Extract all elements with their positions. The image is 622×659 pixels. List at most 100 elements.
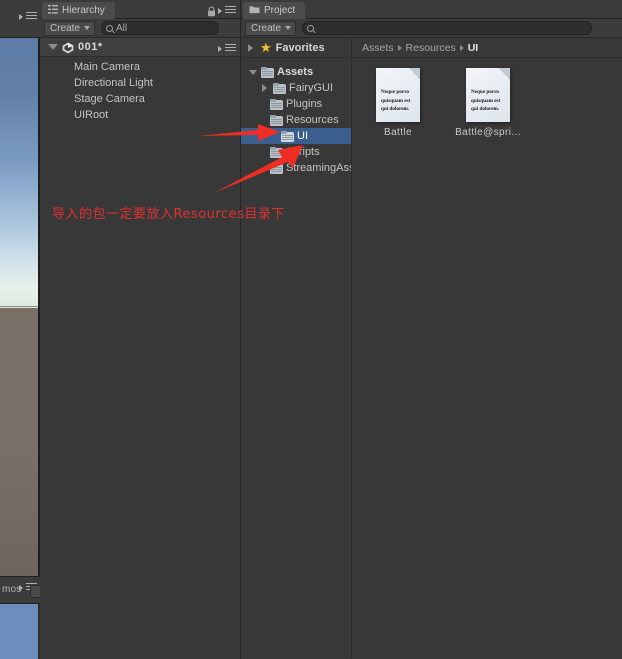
tree-row-plugins[interactable]: Plugins [241, 96, 351, 112]
favorites-expand-toggle[interactable] [245, 42, 256, 53]
tree-row-fairygui[interactable]: FairyGUI [241, 80, 351, 96]
hierarchy-item-label: Stage Camera [74, 93, 145, 105]
tree-row-assets[interactable]: Assets [241, 64, 351, 80]
hierarchy-object-list: Main Camera Directional Light Stage Came… [40, 57, 240, 123]
folder-icon [270, 114, 283, 126]
project-create-button-label: Create [251, 22, 282, 34]
fairygui-expand-toggle[interactable] [259, 83, 270, 94]
folder-icon [281, 130, 294, 142]
project-panel: Project Create ★ Favorites Assets FairyG… [240, 0, 622, 659]
favorites-row[interactable]: ★ Favorites [241, 38, 351, 58]
tree-row-label: Plugins [286, 98, 323, 110]
create-button-label: Create [50, 22, 81, 34]
folder-icon [270, 146, 283, 158]
hierarchy-item-label: UIRoot [74, 109, 109, 121]
hierarchy-item-label: Directional Light [74, 77, 153, 89]
scene-name-label: 001* [78, 41, 103, 53]
tree-row-resources[interactable]: Resources [241, 112, 351, 128]
chevron-down-icon [84, 26, 91, 30]
asset-folder-tree: Assets FairyGUI Plugins Resources UI Scr… [241, 58, 369, 176]
tree-row-label: Resources [286, 114, 339, 126]
hierarchy-item-directional-light[interactable]: Directional Light [40, 75, 240, 91]
asset-browser-column: Assets Resources UI Neque porro quisquam… [351, 38, 622, 658]
annotation-note: 导入的包一定要放入Resources目录下 [52, 207, 285, 222]
project-search-input[interactable] [302, 21, 593, 35]
scene-viewport[interactable] [0, 38, 38, 576]
gizmos-toggle[interactable]: mos [0, 583, 25, 600]
folder-icon [273, 82, 286, 94]
chevron-right-icon [248, 43, 253, 52]
folder-icon [270, 162, 283, 174]
hierarchy-item-uiroot[interactable]: UIRoot [40, 107, 240, 123]
tab-project[interactable]: Project [243, 2, 306, 19]
hierarchy-toolbar: Create All [40, 19, 240, 38]
project-tabstrip: Project [241, 0, 622, 19]
tab-project-label: Project [264, 5, 296, 16]
ground-plane [0, 308, 38, 576]
breadcrumb-assets[interactable]: Assets [362, 42, 394, 54]
scene-view-panel[interactable]: mos [0, 0, 40, 659]
tree-row-streamingassets[interactable]: StreamingAssets [241, 160, 369, 176]
game-view-viewport[interactable] [0, 604, 38, 659]
create-button[interactable]: Create [44, 20, 96, 36]
hierarchy-search-input[interactable]: All [101, 21, 220, 35]
breadcrumb-ui[interactable]: UI [468, 42, 479, 54]
hierarchy-scene-row[interactable]: 001* [40, 38, 240, 57]
asset-label: Battle [384, 127, 412, 138]
hamburger-menu-icon[interactable] [218, 4, 236, 15]
folder-icon [270, 98, 283, 110]
asset-item-battle-sprite[interactable]: Neque porro quisquam est qui dolorem. Ba… [454, 68, 522, 138]
assets-expand-toggle[interactable] [247, 67, 258, 78]
favorites-label: Favorites [275, 41, 325, 54]
hierarchy-item-label: Main Camera [74, 61, 141, 73]
project-tree-column: ★ Favorites Assets FairyGUI Plugins Reso… [241, 38, 369, 658]
tree-row-label: UI [297, 130, 308, 142]
page-fold-corner [409, 68, 420, 79]
chevron-right-icon [397, 44, 402, 51]
sky-gradient [0, 38, 38, 308]
unity-scene-icon [62, 41, 74, 54]
project-body: ★ Favorites Assets FairyGUI Plugins Reso… [241, 38, 622, 658]
chevron-right-icon [459, 44, 464, 51]
hierarchy-panel: Hierarchy Create All 001* Main Camera Di… [40, 0, 240, 659]
tree-row-label: Scripts [286, 146, 320, 158]
project-create-button[interactable]: Create [245, 20, 297, 36]
asset-label: Battle@spri... [455, 127, 521, 138]
search-icon [307, 24, 315, 32]
unity-editor-window: mos Hierarchy Create All 001* Main Camer… [0, 0, 622, 659]
chevron-right-icon [262, 84, 267, 92]
hamburger-menu-icon[interactable] [19, 10, 37, 21]
asset-item-battle[interactable]: Neque porro quisquam est qui dolorem. Ba… [364, 68, 432, 138]
project-toolbar: Create [241, 19, 622, 38]
scene-view-tabstrip [0, 0, 40, 38]
asset-thumb-text: Neque porro quisquam est qui dolorem. [381, 89, 411, 113]
chevron-down-icon[interactable] [48, 44, 58, 50]
tab-hierarchy[interactable]: Hierarchy [42, 2, 115, 19]
chevron-down-icon [285, 26, 292, 30]
scene-context-menu-icon[interactable] [218, 42, 236, 53]
tree-row-label: Assets [277, 66, 314, 78]
gizmos-dropdown[interactable] [30, 585, 40, 598]
hierarchy-item-main-camera[interactable]: Main Camera [40, 59, 240, 75]
page-fold-corner [499, 68, 510, 79]
text-asset-icon: Neque porro quisquam est qui dolorem. [466, 68, 510, 122]
asset-grid: Neque porro quisquam est qui dolorem. Ba… [352, 58, 622, 138]
tree-row-label: FairyGUI [289, 82, 333, 94]
hierarchy-item-stage-camera[interactable]: Stage Camera [40, 91, 240, 107]
text-asset-icon: Neque porro quisquam est qui dolorem. [376, 68, 420, 122]
star-icon: ★ [260, 40, 272, 55]
search-icon [106, 24, 114, 32]
horizon-line [0, 306, 38, 307]
tree-row-scripts[interactable]: Scripts [241, 144, 351, 160]
hierarchy-icon [48, 4, 58, 17]
tree-row-ui[interactable]: UI [241, 128, 351, 144]
hierarchy-search-value: All [116, 22, 128, 34]
breadcrumb: Assets Resources UI [352, 38, 622, 58]
chevron-down-icon [248, 69, 257, 75]
breadcrumb-resources[interactable]: Resources [406, 42, 456, 54]
hierarchy-tabstrip: Hierarchy [40, 0, 240, 19]
asset-thumb-text: Neque porro quisquam est qui dolorem. [471, 89, 501, 113]
tab-hierarchy-label: Hierarchy [62, 5, 105, 16]
folder-icon [261, 66, 274, 78]
folder-icon [249, 5, 260, 17]
